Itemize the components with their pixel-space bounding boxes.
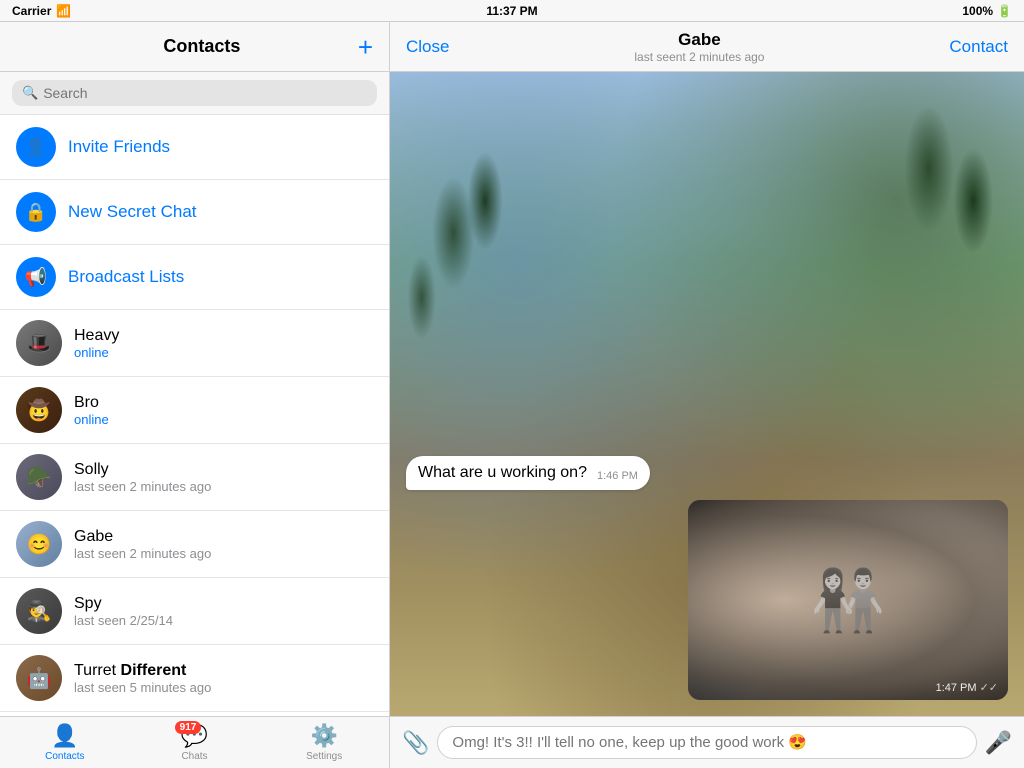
chat-header: Close Gabe last seent 2 minutes ago Cont…: [390, 22, 1024, 72]
search-bar: 🔍: [0, 72, 389, 115]
avatar-gabe: 😊: [16, 521, 62, 567]
status-bar-time: 11:37 PM: [486, 4, 537, 18]
chat-contact-name: Gabe: [634, 30, 764, 50]
contact-name-solly: Solly: [74, 461, 211, 479]
search-icon: 🔍: [22, 85, 38, 101]
contact-name-bro: Bro: [74, 394, 109, 412]
invite-friends-item[interactable]: 👤 Invite Friends: [0, 115, 389, 180]
chat-messages: What are u working on? 1:46 PM 1:47 PM ✓…: [390, 440, 1024, 716]
avatar-solly: 🪖: [16, 454, 62, 500]
microphone-icon[interactable]: 🎤: [985, 730, 1012, 756]
chat-input-bar: 📎 🎤: [390, 716, 1024, 768]
contact-name-heavy: Heavy: [74, 327, 119, 345]
contacts-header: Contacts +: [0, 22, 389, 72]
avatar-spy: 🕵️: [16, 588, 62, 634]
contact-status-gabe: last seen 2 minutes ago: [74, 546, 211, 561]
contact-status-bro: online: [74, 412, 109, 427]
settings-tab-icon: ⚙️: [310, 723, 337, 749]
contact-status-solly: last seen 2 minutes ago: [74, 479, 211, 494]
bubble-text-1: What are u working on?: [418, 464, 587, 482]
contact-item-bro[interactable]: 🤠 Bro online: [0, 377, 389, 444]
chats-tab-label: Chats: [181, 751, 207, 762]
status-bar: Carrier 📶 11:37 PM 100% 🔋: [0, 0, 1024, 22]
chat-contact-status: last seent 2 minutes ago: [634, 50, 764, 64]
contact-item-turret[interactable]: 🤖 Turret Different last seen 5 minutes a…: [0, 645, 389, 712]
broadcast-lists-icon: 📢: [16, 257, 56, 297]
message-received-1: What are u working on? 1:46 PM: [406, 456, 1008, 490]
contact-item-solly[interactable]: 🪖 Solly last seen 2 minutes ago: [0, 444, 389, 511]
bubble-time-1: 1:46 PM: [597, 470, 638, 482]
chat-background: What are u working on? 1:46 PM 1:47 PM ✓…: [390, 72, 1024, 716]
bubble-1: What are u working on? 1:46 PM: [406, 456, 650, 490]
search-input[interactable]: [43, 85, 367, 101]
contacts-tab-label: Contacts: [45, 751, 84, 762]
search-input-wrap: 🔍: [12, 80, 377, 106]
new-secret-chat-item[interactable]: 🔒 New Secret Chat: [0, 180, 389, 245]
contact-name-spy: Spy: [74, 595, 173, 613]
contacts-tab-icon: 👤: [51, 723, 78, 749]
avatar-heavy: 🎩: [16, 320, 62, 366]
tab-bar: 👤 Contacts 💬 Chats 917 ⚙️ Settings: [0, 716, 389, 768]
right-panel: Close Gabe last seent 2 minutes ago Cont…: [390, 22, 1024, 768]
battery-label: 100%: [962, 4, 993, 18]
left-panel: Contacts + 🔍 👤 Invite Friends 🔒: [0, 22, 390, 768]
contact-status-turret: last seen 5 minutes ago: [74, 680, 211, 695]
contact-status-heavy: online: [74, 345, 119, 360]
status-bar-left: Carrier 📶: [12, 4, 71, 18]
chats-badge: 917: [175, 721, 202, 734]
tab-contacts[interactable]: 👤 Contacts: [0, 717, 130, 768]
contact-name-gabe: Gabe: [74, 528, 211, 546]
invite-friends-label: Invite Friends: [68, 137, 170, 157]
broadcast-lists-item[interactable]: 📢 Broadcast Lists: [0, 245, 389, 310]
contact-item-gabe[interactable]: 😊 Gabe last seen 2 minutes ago: [0, 511, 389, 578]
add-contact-button[interactable]: +: [358, 34, 373, 60]
broadcast-lists-label: Broadcast Lists: [68, 267, 184, 287]
tab-settings[interactable]: ⚙️ Settings: [259, 717, 389, 768]
contact-item-spy[interactable]: 🕵️ Spy last seen 2/25/14: [0, 578, 389, 645]
close-button[interactable]: Close: [406, 37, 449, 57]
photo-timestamp: 1:47 PM: [936, 682, 977, 694]
contact-item-heavy[interactable]: 🎩 Heavy online: [0, 310, 389, 377]
status-bar-right: 100% 🔋: [962, 4, 1012, 18]
contact-name-turret: Turret Different: [74, 662, 211, 680]
contacts-list: 👤 Invite Friends 🔒 New Secret Chat 📢 Bro…: [0, 115, 389, 716]
avatar-bro: 🤠: [16, 387, 62, 433]
wifi-icon: 📶: [56, 4, 71, 18]
tab-chats[interactable]: 💬 Chats 917: [130, 717, 260, 768]
contact-status-spy: last seen 2/25/14: [74, 613, 173, 628]
carrier-label: Carrier: [12, 4, 51, 18]
message-sent-photo: 1:47 PM ✓✓: [406, 500, 1008, 700]
checkmarks-icon: ✓✓: [980, 681, 998, 694]
photo-message: 1:47 PM ✓✓: [688, 500, 1008, 700]
avatar-turret: 🤖: [16, 655, 62, 701]
photo-inner: [688, 500, 1008, 700]
main-layout: Contacts + 🔍 👤 Invite Friends 🔒: [0, 22, 1024, 768]
invite-friends-icon: 👤: [16, 127, 56, 167]
settings-tab-label: Settings: [306, 751, 342, 762]
new-secret-chat-icon: 🔒: [16, 192, 56, 232]
contacts-title: Contacts: [46, 36, 358, 57]
photo-time: 1:47 PM ✓✓: [936, 681, 998, 694]
new-secret-chat-label: New Secret Chat: [68, 202, 197, 222]
battery-icon: 🔋: [997, 4, 1012, 18]
contact-button[interactable]: Contact: [949, 37, 1008, 57]
attach-icon[interactable]: 📎: [402, 730, 429, 756]
message-input[interactable]: [437, 726, 976, 759]
